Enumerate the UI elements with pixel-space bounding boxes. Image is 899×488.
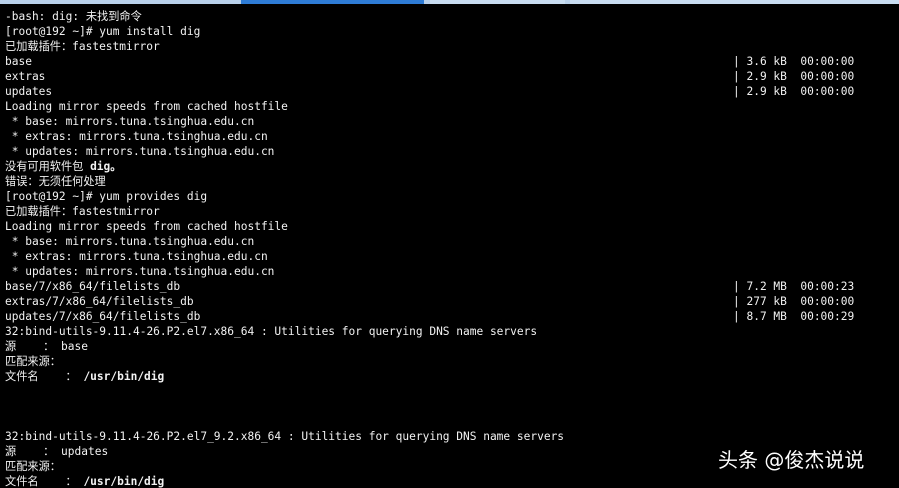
download-progress: | 3.6 kB 00:00:00 — [733, 55, 855, 68]
tab-inactive[interactable] — [570, 0, 899, 4]
terminal-text: 文件名 ： — [5, 370, 84, 383]
terminal-line: Loading mirror speeds from cached hostfi… — [5, 220, 288, 233]
terminal-line: * extras: mirrors.tuna.tsinghua.edu.cn — [5, 250, 268, 263]
terminal-line: * updates: mirrors.tuna.tsinghua.edu.cn — [5, 145, 275, 158]
tab-inactive[interactable] — [430, 0, 565, 4]
tab-active[interactable] — [241, 0, 424, 4]
terminal-output[interactable]: -bash: dig: 未找到命令 [root@192 ~]# yum inst… — [0, 9, 899, 488]
terminal-line: 文件名 ： /usr/bin/dig — [5, 369, 164, 384]
terminal-line: 32:bind-utils-9.11.4-26.P2.el7.x86_64 : … — [5, 325, 538, 338]
terminal-line: updates — [5, 85, 53, 98]
terminal-line: 错误：无须任何处理 — [5, 175, 106, 188]
terminal-line: 文件名 ： /usr/bin/dig — [5, 474, 164, 488]
terminal-line: 源 ： updates — [5, 445, 109, 458]
terminal-line: base/7/x86_64/filelists_db — [5, 280, 181, 293]
terminal-line: * updates: mirrors.tuna.tsinghua.edu.cn — [5, 265, 275, 278]
terminal-text-bold: /usr/bin/dig — [83, 475, 165, 488]
terminal-line: 已加载插件：fastestmirror — [5, 40, 160, 53]
terminal-text-bold: /usr/bin/dig — [83, 370, 165, 383]
terminal-line: base — [5, 55, 32, 68]
download-progress: | 2.9 kB 00:00:00 — [733, 85, 855, 98]
terminal-line: [root@192 ~]# yum provides dig — [5, 190, 208, 203]
terminal-line: 源 ： base — [5, 340, 88, 353]
watermark: 头条 @俊杰说说 — [718, 448, 865, 472]
terminal-line: * base: mirrors.tuna.tsinghua.edu.cn — [5, 235, 255, 248]
terminal-text: 没有可用软件包 — [5, 160, 91, 173]
terminal-line: extras/7/x86_64/filelists_db — [5, 295, 194, 308]
download-progress: | 8.7 MB 00:00:29 — [733, 310, 855, 323]
tab-strip — [0, 0, 899, 4]
terminal-line: 已加载插件：fastestmirror — [5, 205, 160, 218]
terminal-line: extras — [5, 70, 46, 83]
terminal-line: [root@192 ~]# yum install dig — [5, 25, 201, 38]
download-progress: | 277 kB 00:00:00 — [733, 295, 855, 308]
terminal-line: Loading mirror speeds from cached hostfi… — [5, 100, 288, 113]
download-progress: | 2.9 kB 00:00:00 — [733, 70, 855, 83]
terminal-line: updates/7/x86_64/filelists_db — [5, 310, 201, 323]
terminal-line: * base: mirrors.tuna.tsinghua.edu.cn — [5, 115, 255, 128]
terminal-line: * extras: mirrors.tuna.tsinghua.edu.cn — [5, 130, 268, 143]
terminal-line: 没有可用软件包 dig。 — [5, 159, 121, 174]
terminal-line: 匹配来源： — [5, 355, 61, 368]
terminal-line: -bash: dig: 未找到命令 — [5, 10, 142, 23]
terminal-text: 文件名 ： — [5, 475, 84, 488]
download-progress: | 7.2 MB 00:00:23 — [733, 280, 855, 293]
terminal-line: 匹配来源： — [5, 460, 61, 473]
terminal-line: 32:bind-utils-9.11.4-26.P2.el7_9.2.x86_6… — [5, 430, 565, 443]
terminal-text-bold: dig。 — [90, 160, 122, 173]
